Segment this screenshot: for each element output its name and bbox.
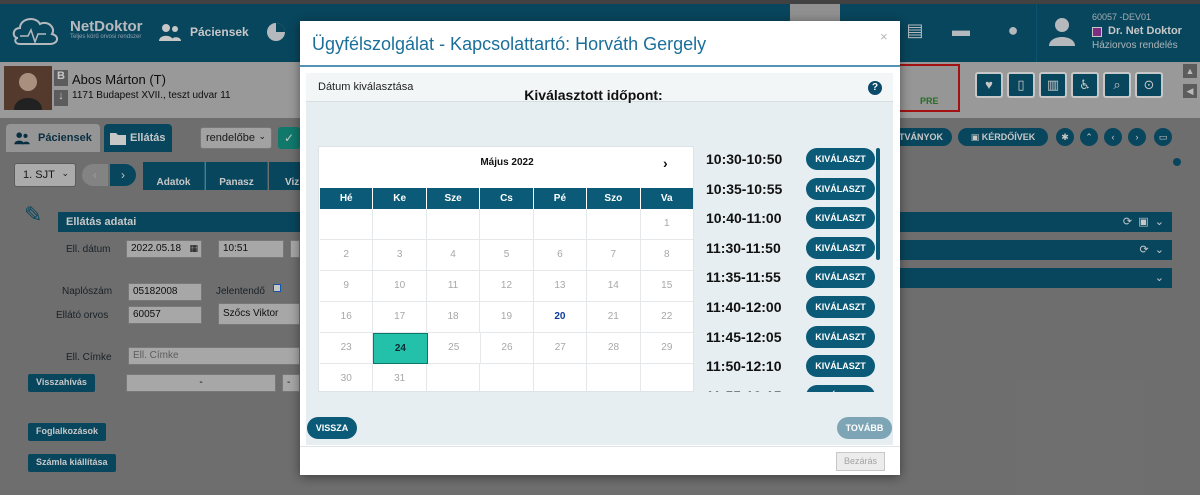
time-slot: 10:40-11:00 KIVÁLASZT: [700, 207, 885, 231]
time-slot-label: 10:30-10:50: [706, 151, 783, 167]
calendar-day[interactable]: 3: [373, 240, 427, 271]
weekday-header: Szo: [587, 188, 641, 209]
calendar-empty-cell: [587, 209, 641, 240]
select-slot-button[interactable]: KIVÁLASZT: [806, 148, 875, 170]
calendar-day[interactable]: 21: [587, 302, 641, 333]
calendar-day[interactable]: 13: [533, 271, 588, 302]
calendar-day[interactable]: 27: [534, 333, 588, 364]
weekday-header: Cs: [480, 188, 534, 209]
time-slot: 11:40-12:00 KIVÁLASZT: [700, 296, 885, 320]
time-slot: 10:30-10:50 KIVÁLASZT: [700, 148, 885, 172]
weekday-header: Ke: [373, 188, 427, 209]
back-button[interactable]: VISSZA: [307, 417, 357, 439]
calendar-day[interactable]: 28: [587, 333, 641, 364]
time-slot-list: 10:30-10:50 KIVÁLASZT 10:35-10:55 KIVÁLASZT…: [700, 146, 885, 392]
calendar-day[interactable]: 1: [640, 209, 693, 240]
calendar-week-row: 16 17 18 19 20 21 22: [320, 302, 693, 333]
calendar-day[interactable]: 11: [426, 271, 481, 302]
time-slot-label: 11:35-11:55: [706, 269, 781, 286]
calendar-week-row: 9 10 11 12 13 14 15: [320, 271, 693, 302]
calendar-day[interactable]: 18: [426, 302, 481, 333]
calendar-day[interactable]: 7: [587, 240, 641, 271]
time-slot-label: 11:55-12:15: [706, 388, 782, 392]
weekday-header: Hé: [320, 188, 374, 209]
calendar-empty-cell: [534, 364, 588, 391]
time-slot-label: 11:50-12:10: [706, 358, 782, 375]
calendar-day[interactable]: 26: [480, 333, 535, 364]
time-slot: 11:45-12:05 KIVÁLASZT: [700, 325, 885, 350]
calendar-week-row: 2345678: [320, 240, 693, 271]
calendar-day[interactable]: 20: [533, 302, 588, 333]
calendar-empty-cell: [480, 364, 534, 391]
calendar-day[interactable]: 23: [320, 333, 374, 364]
next-button[interactable]: TOVÁBB: [837, 417, 892, 439]
select-slot-button[interactable]: KIVÁLASZT: [806, 325, 875, 348]
calendar-day[interactable]: 5: [480, 240, 534, 271]
calendar-week-row: 23 24 25 26 27 28 29: [320, 333, 693, 364]
select-slot-button[interactable]: KIVÁLASZT: [806, 236, 875, 259]
calendar-day[interactable]: 2: [320, 240, 374, 271]
calendar-day[interactable]: 4: [426, 240, 481, 271]
calendar-empty-cell: [427, 364, 481, 391]
time-slot: 11:35-11:55 KIVÁLASZT: [700, 266, 885, 290]
calendar-day[interactable]: 25: [427, 333, 481, 364]
time-slot-label: 11:30-11:50: [706, 239, 781, 256]
time-slot-label: 11:45-12:05: [706, 328, 782, 345]
calendar-week-row: 1: [320, 209, 693, 240]
select-slot-button[interactable]: KIVÁLASZT: [806, 355, 875, 378]
calendar-day[interactable]: 14: [587, 271, 641, 302]
calendar-day[interactable]: 24: [373, 333, 428, 364]
calendar: Május 2022 › Hé Ke Sze Cs Pé Szo Va 1234567891…: [318, 146, 694, 392]
calendar-day[interactable]: 17: [373, 302, 427, 333]
calendar-empty-cell: [480, 209, 534, 240]
appointment-modal: Ügyfélszolgálat - Kapcsolattartó: Horvát…: [300, 21, 900, 475]
select-slot-button[interactable]: KIVÁLASZT: [806, 177, 875, 200]
time-slot-label: 11:40-12:00: [706, 299, 782, 315]
time-slot: 11:55-12:15 KIVÁLASZT: [700, 384, 885, 392]
selected-time-title: Kiválasztott időpont:: [524, 87, 663, 103]
select-slot-button[interactable]: KIVÁLASZT: [806, 296, 875, 318]
close-icon[interactable]: ×: [880, 29, 894, 44]
time-slot-label: 10:35-10:55: [706, 180, 783, 197]
close-button[interactable]: Bezárás: [836, 452, 885, 471]
calendar-day[interactable]: 29: [640, 333, 693, 364]
modal-divider: [300, 65, 900, 67]
calendar-week-row: 30 31: [320, 364, 693, 391]
calendar-day[interactable]: 16: [320, 302, 374, 333]
calendar-empty-cell: [641, 364, 693, 391]
select-slot-button[interactable]: KIVÁLASZT: [806, 384, 875, 392]
modal-title: Ügyfélszolgálat - Kapcsolattartó: Horvát…: [312, 34, 707, 54]
next-month-button[interactable]: ›: [663, 155, 675, 171]
time-slot-label: 10:40-11:00: [706, 210, 782, 227]
calendar-day[interactable]: 31: [373, 364, 427, 391]
calendar-day[interactable]: 15: [640, 271, 693, 302]
calendar-empty-cell: [320, 209, 374, 240]
weekday-header: Va: [641, 188, 693, 209]
calendar-weekday-header: Hé Ke Sze Cs Pé Szo Va: [320, 188, 693, 209]
weekday-header: Pé: [534, 188, 588, 209]
calendar-day[interactable]: 19: [480, 302, 534, 333]
calendar-month: Május 2022: [480, 157, 534, 168]
select-slot-button[interactable]: KIVÁLASZT: [806, 266, 875, 289]
calendar-empty-cell: [426, 209, 481, 240]
calendar-day[interactable]: 10: [373, 271, 427, 302]
calendar-empty-cell: [373, 209, 427, 240]
calendar-day[interactable]: 12: [480, 271, 534, 302]
calendar-empty-cell: [587, 364, 641, 391]
calendar-day[interactable]: 22: [640, 302, 693, 333]
calendar-grid: Hé Ke Sze Cs Pé Szo Va 1 2 3 4 5 6 7 8 9 10 11 12 13 14 15 16…: [320, 188, 693, 391]
time-slot: 10:35-10:55 KIVÁLASZT: [700, 177, 885, 202]
calendar-day[interactable]: 30: [320, 364, 374, 391]
calendar-day[interactable]: 9: [320, 271, 374, 302]
time-slot: 11:50-12:10 KIVÁLASZT: [700, 355, 885, 379]
calendar-day[interactable]: 6: [533, 240, 588, 271]
weekday-header: Sze: [427, 188, 481, 209]
calendar-empty-cell: [533, 209, 588, 240]
time-slot: 11:30-11:50 KIVÁLASZT: [700, 236, 885, 261]
select-slot-button[interactable]: KIVÁLASZT: [806, 207, 875, 230]
calendar-day[interactable]: 8: [640, 240, 693, 271]
